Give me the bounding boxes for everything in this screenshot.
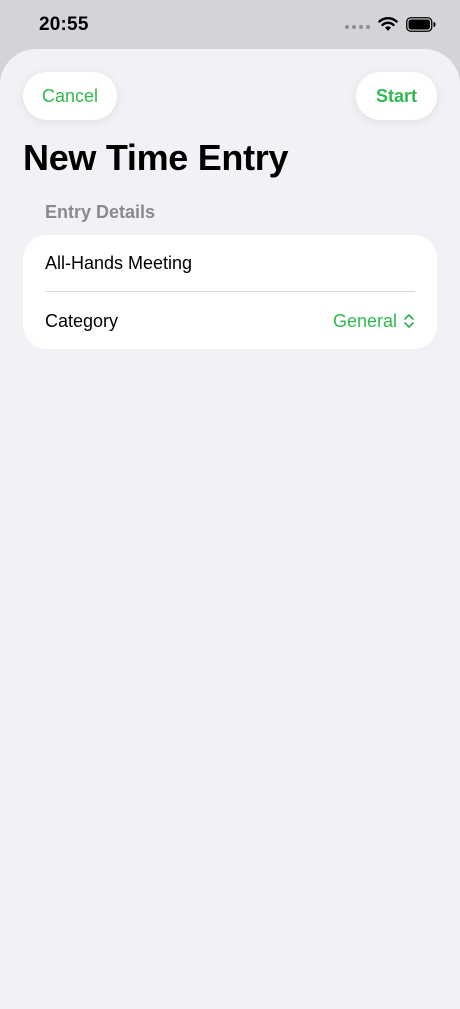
category-label: Category bbox=[45, 310, 119, 331]
wifi-icon bbox=[378, 17, 398, 31]
category-row[interactable]: Category General bbox=[45, 293, 415, 349]
entry-details-card: Category General bbox=[23, 235, 437, 349]
status-time: 20:55 bbox=[39, 14, 89, 35]
start-button[interactable]: Start bbox=[356, 72, 437, 120]
chevron-up-down-icon bbox=[404, 314, 414, 328]
status-icons bbox=[345, 16, 436, 32]
entry-name-field[interactable] bbox=[45, 252, 415, 274]
status-bar: 20:55 bbox=[0, 0, 460, 50]
row-divider bbox=[45, 291, 415, 292]
page-title: New Time Entry bbox=[23, 137, 289, 178]
signal-dots-icon bbox=[345, 25, 370, 29]
new-entry-sheet: Cancel Start New Time Entry Entry Detail… bbox=[0, 49, 460, 1009]
category-value: General bbox=[332, 310, 397, 331]
cancel-button[interactable]: Cancel bbox=[23, 72, 117, 120]
category-picker[interactable]: General bbox=[333, 311, 415, 332]
battery-icon bbox=[406, 16, 436, 32]
section-header-entry-details: Entry Details bbox=[45, 202, 156, 222]
name-row bbox=[45, 235, 415, 291]
